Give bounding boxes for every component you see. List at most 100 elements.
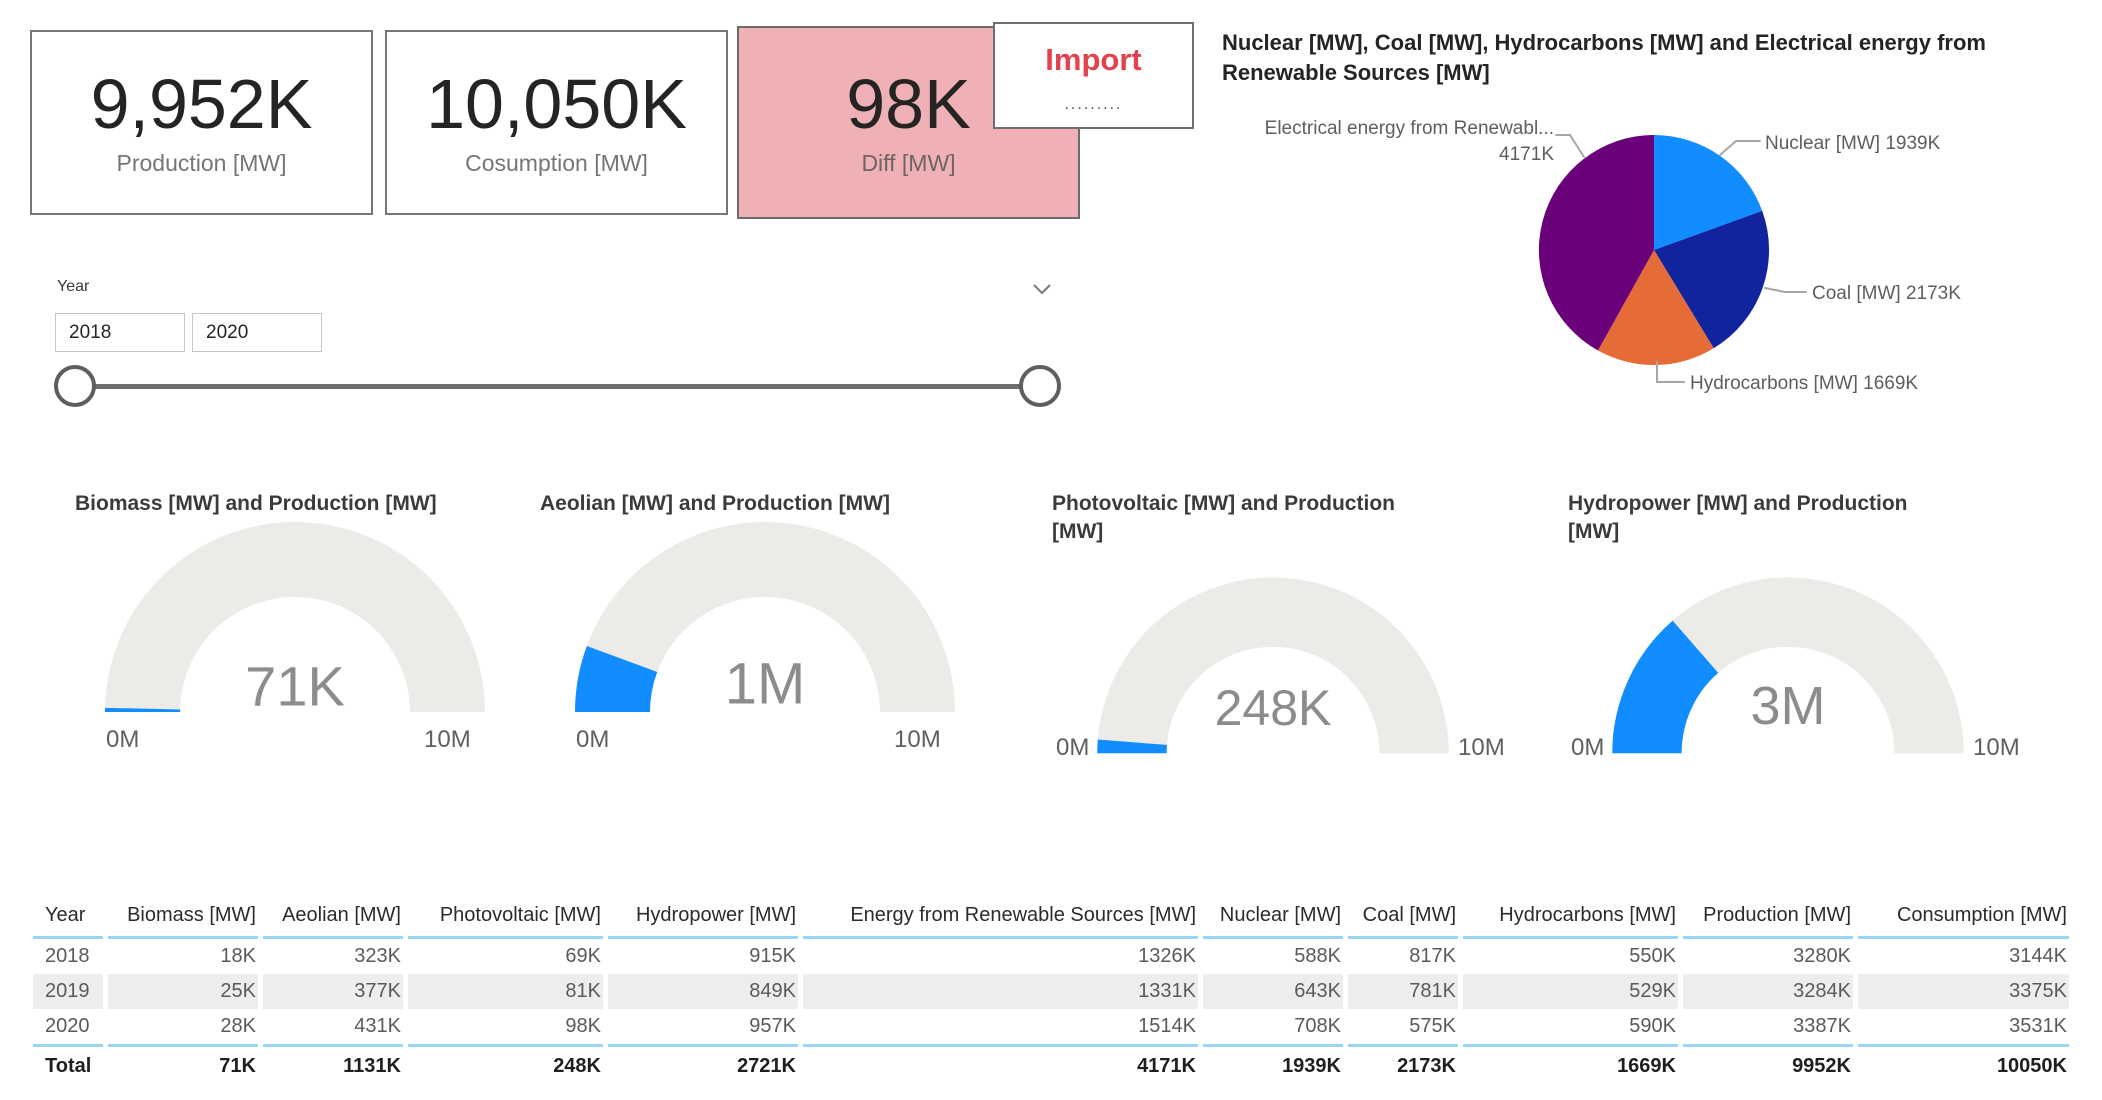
table-total-cell: 4171K bbox=[803, 1044, 1198, 1084]
table-cell: 915K bbox=[608, 939, 798, 974]
pie-chart-title: Nuclear [MW], Coal [MW], Hydrocarbons [M… bbox=[1222, 28, 2094, 87]
table-cell: 529K bbox=[1463, 974, 1678, 1009]
table-cell: 590K bbox=[1463, 1009, 1678, 1044]
chevron-down-icon[interactable] bbox=[1032, 282, 1052, 296]
table-cell: 849K bbox=[608, 974, 798, 1009]
table-cell: 643K bbox=[1203, 974, 1343, 1009]
table-header-row: YearBiomass [MW]Aeolian [MW]Photovoltaic… bbox=[33, 898, 2069, 939]
gauge-biomass-max: 10M bbox=[424, 726, 471, 754]
slicer-end-input[interactable] bbox=[192, 313, 322, 352]
table-cell: 431K bbox=[263, 1009, 403, 1044]
kpi-card-consumption: 10,050K Cosumption [MW] bbox=[385, 30, 728, 215]
table-row-2018: 201818K323K69K915K1326K588K817K550K3280K… bbox=[33, 939, 2069, 974]
table-cell: 3280K bbox=[1683, 939, 1853, 974]
gauge-photovoltaic-value: 248K bbox=[1215, 679, 1332, 737]
gauge-aeolian-min: 0M bbox=[576, 726, 609, 754]
column-header-0[interactable]: Year bbox=[33, 898, 103, 939]
gauge-biomass-min: 0M bbox=[106, 726, 139, 754]
table-cell: 18K bbox=[108, 939, 258, 974]
column-header-1[interactable]: Biomass [MW] bbox=[108, 898, 258, 939]
table-cell: 957K bbox=[608, 1009, 798, 1044]
table-total-cell: 9952K bbox=[1683, 1044, 1853, 1084]
slider-track[interactable] bbox=[75, 384, 1040, 389]
column-header-3[interactable]: Photovoltaic [MW] bbox=[408, 898, 603, 939]
diff-label: Diff [MW] bbox=[861, 150, 955, 177]
table-total-cell: 248K bbox=[408, 1044, 603, 1084]
production-label: Production [MW] bbox=[117, 150, 287, 177]
kpi-card-production: 9,952K Production [MW] bbox=[30, 30, 373, 215]
consumption-label: Cosumption [MW] bbox=[465, 150, 648, 177]
gauge-biomass-value: 71K bbox=[245, 654, 345, 719]
table-cell: 28K bbox=[108, 1009, 258, 1044]
table-total-cell: 10050K bbox=[1858, 1044, 2069, 1084]
column-header-7[interactable]: Coal [MW] bbox=[1348, 898, 1458, 939]
table-cell: 2018 bbox=[33, 939, 103, 974]
column-header-8[interactable]: Hydrocarbons [MW] bbox=[1463, 898, 1678, 939]
table-cell: 817K bbox=[1348, 939, 1458, 974]
table-cell: 69K bbox=[408, 939, 603, 974]
table-row-2020: 202028K431K98K957K1514K708K575K590K3387K… bbox=[33, 1009, 2069, 1044]
gauge-hydropower-max: 10M bbox=[1973, 734, 2020, 762]
callout-hydrocarbons: Hydrocarbons [MW] 1669K bbox=[1690, 371, 1918, 397]
callout-coal: Coal [MW] 2173K bbox=[1812, 281, 1961, 307]
gauge-aeolian-value: 1M bbox=[725, 651, 806, 718]
table-total-cell: 1669K bbox=[1463, 1044, 1678, 1084]
table-cell: 3531K bbox=[1858, 1009, 2069, 1044]
gauge-photovoltaic-max: 10M bbox=[1458, 734, 1505, 762]
column-header-4[interactable]: Hydropower [MW] bbox=[608, 898, 798, 939]
table-total-cell: 71K bbox=[108, 1044, 258, 1084]
table-cell: 1326K bbox=[803, 939, 1198, 974]
table-cell: 1331K bbox=[803, 974, 1198, 1009]
production-value: 9,952K bbox=[91, 68, 313, 142]
data-table: YearBiomass [MW]Aeolian [MW]Photovoltaic… bbox=[28, 898, 2074, 1084]
table-cell: 323K bbox=[263, 939, 403, 974]
table-total-cell: Total bbox=[33, 1044, 103, 1084]
gauge-aeolian-max: 10M bbox=[894, 726, 941, 754]
gauge-hydropower-value: 3M bbox=[1750, 675, 1825, 737]
import-dots: ......... bbox=[1064, 100, 1122, 110]
table-cell: 377K bbox=[263, 974, 403, 1009]
column-header-2[interactable]: Aeolian [MW] bbox=[263, 898, 403, 939]
column-header-9[interactable]: Production [MW] bbox=[1683, 898, 1853, 939]
table-total-row: Total71K1131K248K2721K4171K1939K2173K166… bbox=[33, 1044, 2069, 1084]
callout-renewable: Electrical energy from Renewabl... 4171K bbox=[1265, 116, 1554, 167]
import-button-label: Import bbox=[1045, 42, 1141, 78]
table-total-cell: 1131K bbox=[263, 1044, 403, 1084]
table-total-cell: 1939K bbox=[1203, 1044, 1343, 1084]
gauge-hydropower-title: Hydropower [MW] and Production [MW] bbox=[1568, 490, 1928, 547]
consumption-value: 10,050K bbox=[426, 68, 687, 142]
gauge-photovoltaic-min: 0M bbox=[1056, 734, 1089, 762]
table-cell: 1514K bbox=[803, 1009, 1198, 1044]
diff-value: 98K bbox=[846, 68, 971, 142]
table-cell: 2019 bbox=[33, 974, 103, 1009]
table-cell: 81K bbox=[408, 974, 603, 1009]
table-cell: 3284K bbox=[1683, 974, 1853, 1009]
table-cell: 575K bbox=[1348, 1009, 1458, 1044]
gauge-photovoltaic-title: Photovoltaic [MW] and Production [MW] bbox=[1052, 490, 1412, 547]
column-header-6[interactable]: Nuclear [MW] bbox=[1203, 898, 1343, 939]
table-cell: 708K bbox=[1203, 1009, 1343, 1044]
table-total-cell: 2173K bbox=[1348, 1044, 1458, 1084]
table-cell: 550K bbox=[1463, 939, 1678, 974]
callout-renewable-value: 4171K bbox=[1265, 142, 1554, 168]
import-button[interactable]: Import ......... bbox=[993, 22, 1194, 129]
table-cell: 2020 bbox=[33, 1009, 103, 1044]
slider-handle-left[interactable] bbox=[54, 365, 96, 407]
callout-nuclear: Nuclear [MW] 1939K bbox=[1765, 131, 1940, 157]
callout-renewable-name: Electrical energy from Renewabl... bbox=[1265, 116, 1554, 142]
table-cell: 3387K bbox=[1683, 1009, 1853, 1044]
table-total-cell: 2721K bbox=[608, 1044, 798, 1084]
column-header-5[interactable]: Energy from Renewable Sources [MW] bbox=[803, 898, 1198, 939]
slicer-start-input[interactable] bbox=[55, 313, 185, 352]
table-row-2019: 201925K377K81K849K1331K643K781K529K3284K… bbox=[33, 974, 2069, 1009]
table-cell: 781K bbox=[1348, 974, 1458, 1009]
slider-handle-right[interactable] bbox=[1019, 365, 1061, 407]
column-header-10[interactable]: Consumption [MW] bbox=[1858, 898, 2069, 939]
table-cell: 3375K bbox=[1858, 974, 2069, 1009]
gauge-hydropower-min: 0M bbox=[1571, 734, 1604, 762]
table-cell: 3144K bbox=[1858, 939, 2069, 974]
table-cell: 588K bbox=[1203, 939, 1343, 974]
table-cell: 98K bbox=[408, 1009, 603, 1044]
slicer-title: Year bbox=[57, 278, 89, 296]
table-cell: 25K bbox=[108, 974, 258, 1009]
